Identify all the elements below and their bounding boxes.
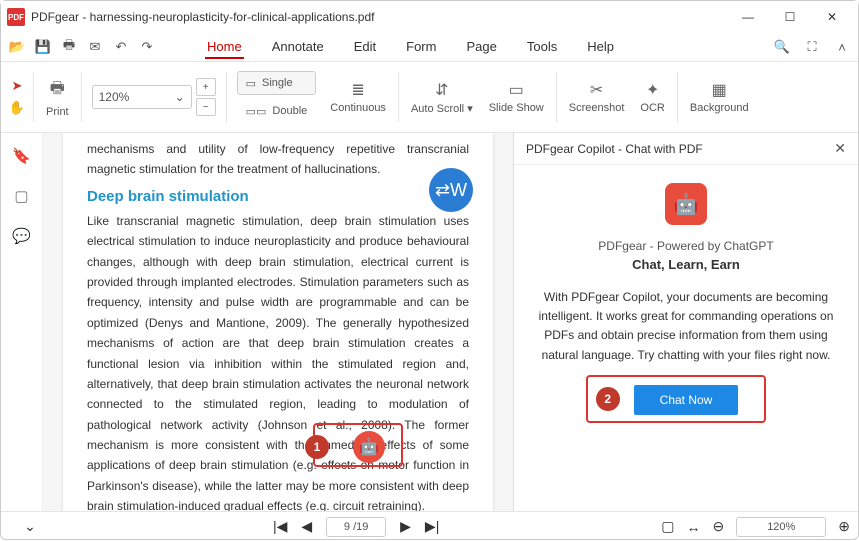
section-heading: Deep brain stimulation — [87, 188, 469, 205]
annotation-box-1: 1 🤖 — [313, 423, 403, 467]
bookmark-icon[interactable]: 🔖 — [12, 147, 31, 165]
screenshot-button[interactable]: ✂ Screenshot — [561, 62, 633, 132]
fit-width-icon[interactable]: ↔ — [687, 519, 701, 535]
print-button[interactable]: 🖶 Print — [38, 62, 77, 132]
save-icon[interactable]: 💾 — [35, 39, 51, 55]
undo-icon[interactable]: ↶ — [113, 39, 129, 55]
window-title: PDFgear - harnessing-neuroplasticity-for… — [31, 10, 728, 24]
menu-tools[interactable]: Tools — [525, 36, 559, 59]
comments-icon[interactable]: 💬 — [12, 227, 31, 245]
view-single-button[interactable]: ▭ Single — [237, 71, 317, 95]
ocr-button[interactable]: ✦ OCR — [632, 62, 672, 132]
continuous-button[interactable]: ≣ Continuous — [322, 62, 394, 132]
background-label: Background — [690, 102, 749, 114]
zoom-out-status-button[interactable]: ⊖ — [713, 518, 725, 535]
next-page-button[interactable]: ▶ — [400, 518, 411, 535]
zoom-value: 120% — [99, 90, 130, 104]
continuous-icon: ≣ — [351, 80, 364, 100]
screenshot-label: Screenshot — [569, 102, 625, 114]
zoom-status[interactable]: 120% — [736, 517, 826, 537]
chevron-down-icon[interactable]: ⌄ — [24, 518, 36, 535]
fit-page-icon[interactable]: ▢ — [661, 518, 674, 535]
pdf-page: mechanisms and utility of low-frequency … — [63, 133, 493, 511]
double-label: Double — [272, 105, 307, 117]
annotation-number-2: 2 — [596, 387, 620, 411]
zoom-select[interactable]: 120% ⌄ — [92, 85, 192, 109]
first-page-button[interactable]: |◀ — [273, 518, 287, 535]
hand-tool-icon[interactable]: ✋ — [9, 100, 25, 116]
chevron-down-icon: ⌄ — [175, 90, 185, 104]
search-icon[interactable]: 🔍 — [774, 39, 790, 55]
copilot-close-icon[interactable]: ✕ — [834, 140, 846, 157]
close-button[interactable]: ✕ — [812, 3, 852, 31]
double-page-icon: ▭▭ — [246, 105, 267, 118]
copilot-powered: PDFgear - Powered by ChatGPT — [534, 239, 838, 253]
copilot-tagline: Chat, Learn, Earn — [534, 257, 838, 272]
copilot-bot-icon[interactable]: 🤖 — [353, 431, 385, 463]
menu-form[interactable]: Form — [404, 36, 438, 59]
copilot-logo-icon: 🤖 — [665, 183, 707, 225]
mail-icon[interactable]: ✉ — [87, 39, 103, 55]
zoom-in-button[interactable]: + — [196, 78, 216, 96]
continuous-label: Continuous — [330, 102, 386, 114]
menu-annotate[interactable]: Annotate — [270, 36, 326, 59]
minimize-button[interactable]: — — [728, 3, 768, 31]
thumbnails-icon[interactable]: ▢ — [14, 187, 28, 205]
view-double-button[interactable]: ▭▭ Double — [237, 99, 317, 123]
page-indicator[interactable]: 9 /19 — [326, 517, 386, 537]
auto-scroll-label: Auto Scroll — [411, 103, 464, 115]
collapse-ribbon-icon[interactable]: ˄ — [834, 39, 850, 55]
fullscreen-icon[interactable]: ⛶ — [804, 39, 820, 55]
printer-icon: 🖶 — [50, 77, 65, 104]
menu-edit[interactable]: Edit — [352, 36, 378, 59]
open-icon[interactable]: 📂 — [9, 39, 25, 55]
ocr-label: OCR — [640, 102, 664, 114]
annotation-number-1: 1 — [305, 435, 329, 459]
app-icon: PDF — [7, 8, 25, 26]
menu-home[interactable]: Home — [205, 36, 244, 59]
single-label: Single — [262, 77, 293, 89]
menu-help[interactable]: Help — [585, 36, 616, 59]
print-label: Print — [46, 106, 69, 118]
slide-show-label: Slide Show — [489, 102, 544, 114]
maximize-button[interactable]: ☐ — [770, 3, 810, 31]
last-page-button[interactable]: ▶| — [425, 518, 439, 535]
redo-icon[interactable]: ↷ — [139, 39, 155, 55]
auto-scroll-button[interactable]: ⇵ Auto Scroll ▾ — [403, 62, 481, 132]
intro-text: mechanisms and utility of low-frequency … — [87, 139, 469, 180]
document-viewport[interactable]: mechanisms and utility of low-frequency … — [43, 133, 513, 511]
copilot-header: PDFgear Copilot - Chat with PDF — [526, 142, 703, 156]
select-tool-icon[interactable]: ➤ — [9, 78, 25, 94]
zoom-out-button[interactable]: − — [196, 98, 216, 116]
menu-page[interactable]: Page — [464, 36, 498, 59]
background-button[interactable]: ▦ Background — [682, 62, 757, 132]
background-icon: ▦ — [712, 80, 727, 100]
auto-scroll-icon: ⇵ — [435, 80, 448, 100]
single-page-icon: ▭ — [246, 77, 256, 90]
print-icon[interactable]: 🖶 — [61, 39, 77, 55]
prev-page-button[interactable]: ◀ — [301, 518, 312, 535]
slide-show-button[interactable]: ▭ Slide Show — [481, 62, 552, 132]
body-text: Like transcranial magnetic stimulation, … — [87, 211, 469, 511]
scissors-icon: ✂ — [590, 80, 603, 100]
word-export-badge[interactable]: ⇄W — [429, 168, 473, 212]
copilot-description: With PDFgear Copilot, your documents are… — [534, 288, 838, 365]
ocr-icon: ✦ — [646, 80, 659, 100]
zoom-in-status-button[interactable]: ⊕ — [838, 518, 850, 535]
copilot-panel: PDFgear Copilot - Chat with PDF ✕ 🤖 PDFg… — [513, 133, 858, 511]
slideshow-icon: ▭ — [509, 80, 524, 100]
